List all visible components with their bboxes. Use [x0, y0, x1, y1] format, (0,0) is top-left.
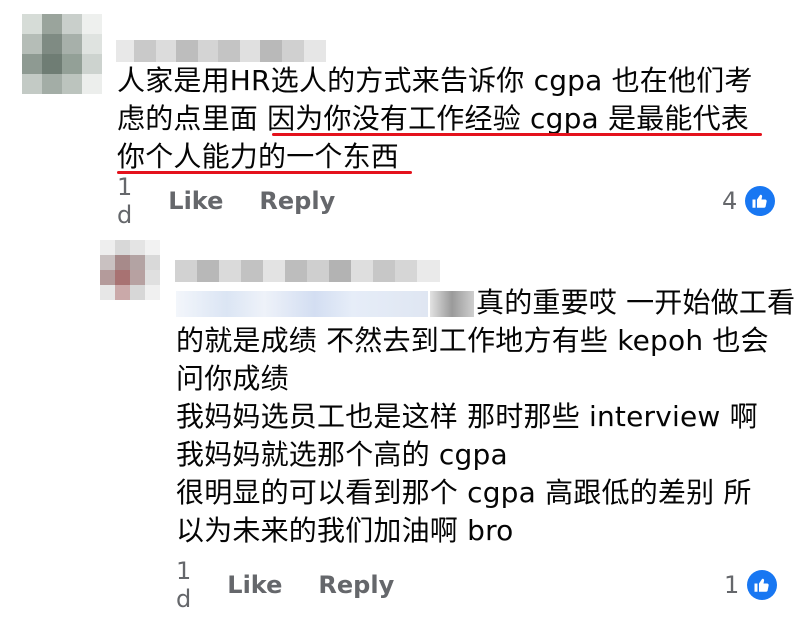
comment-line: 我妈妈就选那个高的 cgpa	[176, 438, 508, 471]
reply-button[interactable]: Reply	[318, 571, 394, 599]
comment-line: 我妈妈选员工也是这样 那时那些 interview 啊	[176, 400, 758, 433]
comment-line: 的就是成绩 不然去到工作地方有些 kepoh 也会	[176, 324, 769, 357]
reply-button[interactable]: Reply	[259, 187, 335, 215]
like-button[interactable]: Like	[227, 571, 282, 599]
comment-actions: 1 d Like Reply	[117, 173, 371, 229]
highlight-underline	[272, 133, 762, 136]
thumbs-up-icon	[745, 186, 776, 216]
comment-line: 很明显的可以看到那个 cgpa 高跟低的差别 所	[176, 476, 752, 509]
comment-body: 人家是用HR选人的方式来告诉你 cgpa 也在他们考 虑的点里面 因为你没有工作…	[117, 62, 753, 176]
reaction-summary[interactable]: 1	[724, 570, 778, 600]
reaction-summary[interactable]: 4	[722, 186, 776, 216]
comment-actions: 1 d Like Reply	[176, 557, 430, 613]
mentioned-name-redacted	[430, 291, 474, 317]
commenter-avatar[interactable]	[100, 240, 160, 300]
comment-line: 以为未来的我们加油啊 bro	[176, 514, 514, 547]
highlight-underline	[117, 171, 412, 174]
comment-timestamp[interactable]: 1 d	[176, 557, 191, 613]
mentioned-name-redacted[interactable]	[176, 291, 428, 317]
reaction-count: 4	[722, 187, 738, 215]
commenter-name-redacted[interactable]	[175, 260, 440, 282]
comment-line: 问你成绩	[176, 362, 289, 395]
thumbs-up-icon	[747, 570, 778, 600]
like-button[interactable]: Like	[168, 187, 223, 215]
comment-timestamp[interactable]: 1 d	[117, 173, 132, 229]
comment-line: 真的重要哎 一开始做工看	[176, 284, 795, 322]
comment-line: 人家是用HR选人的方式来告诉你 cgpa 也在他们考	[117, 64, 753, 97]
comment-line-text: 真的重要哎 一开始做工看	[476, 286, 796, 319]
commenter-name-redacted[interactable]	[116, 40, 326, 62]
reaction-count: 1	[724, 571, 740, 599]
comment-body: 真的重要哎 一开始做工看 的就是成绩 不然去到工作地方有些 kepoh 也会 问…	[176, 284, 795, 550]
commenter-avatar[interactable]	[22, 14, 102, 94]
